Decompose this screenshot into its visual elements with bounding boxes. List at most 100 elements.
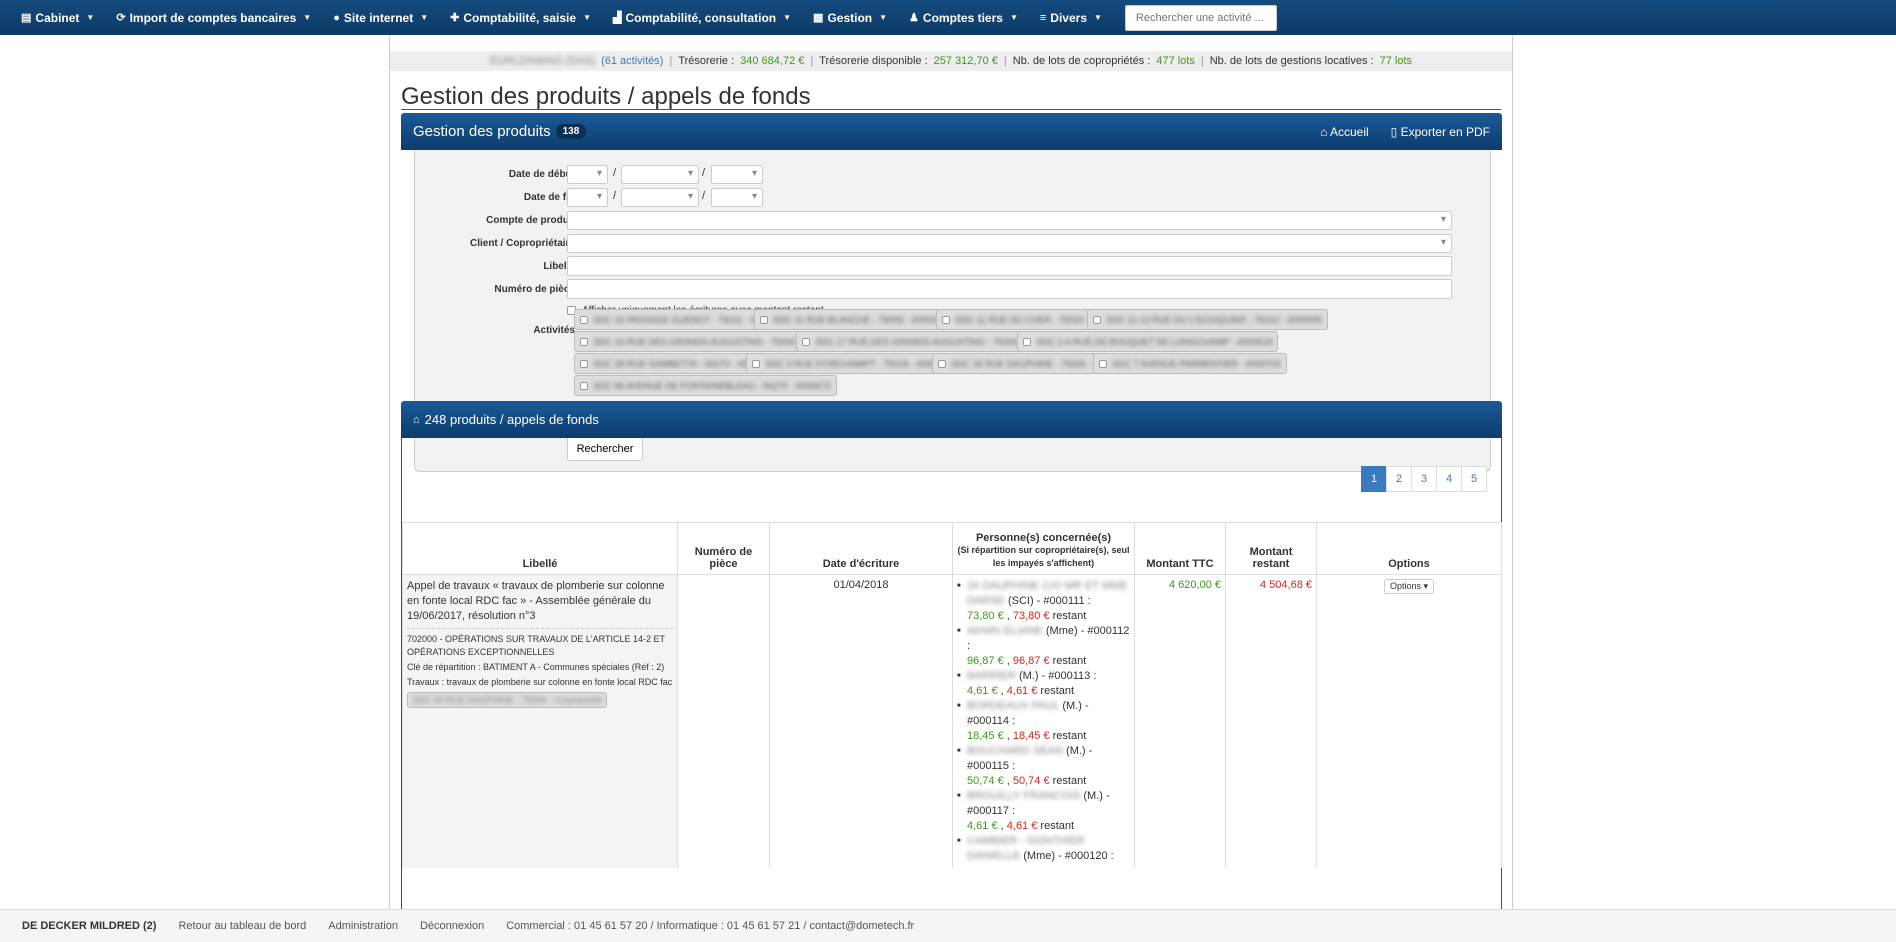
date-debut-day-select[interactable] <box>567 165 608 184</box>
locatives-label: Nb. de lots de gestions locatives : <box>1209 55 1374 67</box>
date-fin-year-select[interactable] <box>711 188 763 207</box>
footer-user[interactable]: DE DECKER MILDRED (2) <box>22 920 156 932</box>
col-personnes-sub: (Si répartition sur copropriétaire(s), s… <box>957 545 1130 568</box>
page-4[interactable]: 4 <box>1436 466 1462 492</box>
list-item: BARRIER (M.) - #000113 :4,61 € , 4,61 € … <box>957 669 1130 699</box>
company-name: EURLDINMAD (SAS) <box>489 55 596 67</box>
results-panel-header: ⌂ 248 produits / appels de fonds <box>401 401 1502 438</box>
person-amount: 50,74 € <box>967 775 1004 787</box>
activity-checkbox[interactable] <box>1099 359 1107 368</box>
footer-logout-link[interactable]: Déconnexion <box>420 920 484 932</box>
person-name: BOUCHARD SEAN <box>967 745 1063 757</box>
activity-checkbox[interactable] <box>1023 337 1031 346</box>
nav-item-comptabilit-consultation[interactable]: ▟ Comptabilité, consultation ▼ <box>602 11 802 25</box>
activity-checkbox[interactable] <box>1093 315 1101 324</box>
cell-libelle: Appel de travaux « travaux de plomberie … <box>402 574 678 868</box>
client-label: Client / Copropriétaire <box>469 238 575 249</box>
date-fin-day-select[interactable] <box>567 188 608 207</box>
nav-item-comptes-tiers[interactable]: ♟ Comptes tiers ▼ <box>898 11 1029 25</box>
row-activite-text: SDC 34 RUE DAUPHINE - 75006 - Copropriét… <box>412 695 603 705</box>
col-personnes[interactable]: Personne(s) concernée(s) (Si répartition… <box>952 522 1135 575</box>
client-select[interactable] <box>567 234 1452 253</box>
col-montant[interactable]: Montant TTC <box>1134 522 1226 575</box>
activity-tag[interactable]: SDC 7 AVENUE PARMENTIER - #000704 <box>1093 353 1287 374</box>
footer-dashboard-link[interactable]: Retour au tableau de bord <box>178 920 306 932</box>
page-1[interactable]: 1 <box>1361 466 1387 492</box>
nav-item-cabinet[interactable]: ▤ Cabinet ▼ <box>10 11 105 25</box>
caret-down-icon: ▼ <box>879 13 888 22</box>
activity-checkbox[interactable] <box>938 359 946 368</box>
col-restant[interactable]: Montant restant <box>1225 522 1317 575</box>
date-debut-year-select[interactable] <box>711 165 763 184</box>
person-rest-word: restant <box>1052 610 1087 622</box>
col-date[interactable]: Date d'écriture <box>769 522 953 575</box>
home-link[interactable]: ⌂ Accueil <box>1320 125 1369 139</box>
separator: | <box>669 55 673 67</box>
person-rest: 96,87 € <box>1012 655 1050 667</box>
person-rest-word: restant <box>1052 655 1087 667</box>
options-dropdown-button[interactable]: Options ▾ <box>1383 579 1435 594</box>
chart-icon: ▟ <box>612 12 622 24</box>
activity-tag-label: SDC 3 RUE D'ORCHAMPT - 75018 - #000007 <box>765 358 952 369</box>
stats-bar: EURLDINMAD (SAS) (61 activités) | Trésor… <box>390 51 1512 71</box>
nav-item-divers[interactable]: ≡ Divers ▼ <box>1029 11 1113 25</box>
home-label: Accueil <box>1329 124 1369 139</box>
date-debut-month-select[interactable] <box>621 165 699 184</box>
results-table: Libellé Numéro de pièce Date d'écriture … <box>402 522 1502 868</box>
compte-produit-select[interactable] <box>567 211 1452 230</box>
person-rest-word: restant <box>1040 820 1075 832</box>
activity-tag-label: SDC 11-13 RUE DU L'ECHIQUIER - 75010 - #… <box>1106 314 1323 325</box>
pagination: 12345 <box>1361 466 1487 492</box>
nav-item-label: Divers <box>1050 10 1087 25</box>
nav-item-import-de-comptes-bancaires[interactable]: ⟳ Import de comptes bancaires ▼ <box>105 11 322 25</box>
date-debut-label: Date de début <box>508 169 575 180</box>
menu-icon: ≡ <box>1039 11 1047 24</box>
caret-down-icon: ▼ <box>86 13 95 22</box>
activity-tag[interactable]: SDC 11-13 RUE DU L'ECHIQUIER - 75010 - #… <box>1087 309 1329 330</box>
results-body: 12345 Libellé Numéro de pièce Date d'écr… <box>401 438 1502 915</box>
activity-checkbox[interactable] <box>580 337 588 346</box>
activity-checkbox[interactable] <box>942 315 950 324</box>
footer-admin-link[interactable]: Administration <box>328 920 398 932</box>
activities-count-link[interactable]: (61 activités) <box>601 55 663 67</box>
nav-menu: ▤ Cabinet ▼ ⟳ Import de comptes bancaires ▼ ● S… <box>10 11 1113 25</box>
activity-tag[interactable]: SDC 11 RUE BLANCHE - 75009 - #000346 <box>754 309 953 330</box>
users-icon: ♟ <box>909 12 919 24</box>
person-rest: 4,61 € <box>1006 685 1038 697</box>
col-libelle[interactable]: Libellé <box>402 522 678 575</box>
page-3[interactable]: 3 <box>1411 466 1437 492</box>
activity-checkbox[interactable] <box>580 315 588 324</box>
activity-checkbox[interactable] <box>802 337 810 346</box>
main-container: EURLDINMAD (SAS) (61 activités) | Trésor… <box>389 35 1513 915</box>
nav-item-comptabilit-saisie[interactable]: ✚ Comptabilité, saisie ▼ <box>439 11 602 25</box>
list-item: AKNIN ELIANE (Mme) - #000112 :96,87 € , … <box>957 624 1130 669</box>
activity-checkbox[interactable] <box>752 359 760 368</box>
compte-produit-label: Compte de produit <box>486 215 575 226</box>
cell-personnes: 34 DAUPHINE C/O MR ET MME DARSE (SCI) - … <box>952 574 1135 868</box>
person-name: AKNIN ELIANE <box>967 625 1043 637</box>
page-2[interactable]: 2 <box>1386 466 1412 492</box>
activity-checkbox[interactable] <box>760 315 768 324</box>
person-rest-word: restant <box>1040 685 1075 697</box>
export-pdf-link[interactable]: ▯ Exporter en PDF <box>1391 125 1490 139</box>
nav-item-gestion[interactable]: ▦ Gestion ▼ <box>802 11 898 25</box>
libelle-label: Libellé <box>543 261 575 272</box>
libelle-input[interactable] <box>567 256 1452 276</box>
activity-checkbox[interactable] <box>580 359 588 368</box>
col-numero[interactable]: Numéro de pièce <box>677 522 770 575</box>
globe-icon: ● <box>333 11 340 24</box>
page-5[interactable]: 5 <box>1461 466 1487 492</box>
row-activite-tag[interactable]: SDC 34 RUE DAUPHINE - 75006 - Copropriét… <box>407 692 608 708</box>
activity-checkbox[interactable] <box>580 381 588 390</box>
caret-down-icon: ▼ <box>420 13 429 22</box>
activity-tag[interactable]: SDC 86 AVENUE DE FONTAINEBLEAU - 94270 -… <box>574 375 837 396</box>
nav-item-site-internet[interactable]: ● Site internet ▼ <box>322 11 439 25</box>
activity-tag[interactable]: SDC 2-4 RUE DE BOUQUET DE LONGCHAMP - #0… <box>1017 331 1279 352</box>
numero-piece-input[interactable] <box>567 279 1452 299</box>
nav-item-label: Comptes tiers <box>922 10 1003 25</box>
date-fin-month-select[interactable] <box>621 188 699 207</box>
file-icon: ▤ <box>21 12 32 24</box>
activity-search-input[interactable] <box>1124 4 1277 31</box>
persons-list: 34 DAUPHINE C/O MR ET MME DARSE (SCI) - … <box>957 579 1130 864</box>
activity-tag[interactable]: SDC 3 RUE D'ORCHAMPT - 75018 - #000007 <box>746 353 958 374</box>
